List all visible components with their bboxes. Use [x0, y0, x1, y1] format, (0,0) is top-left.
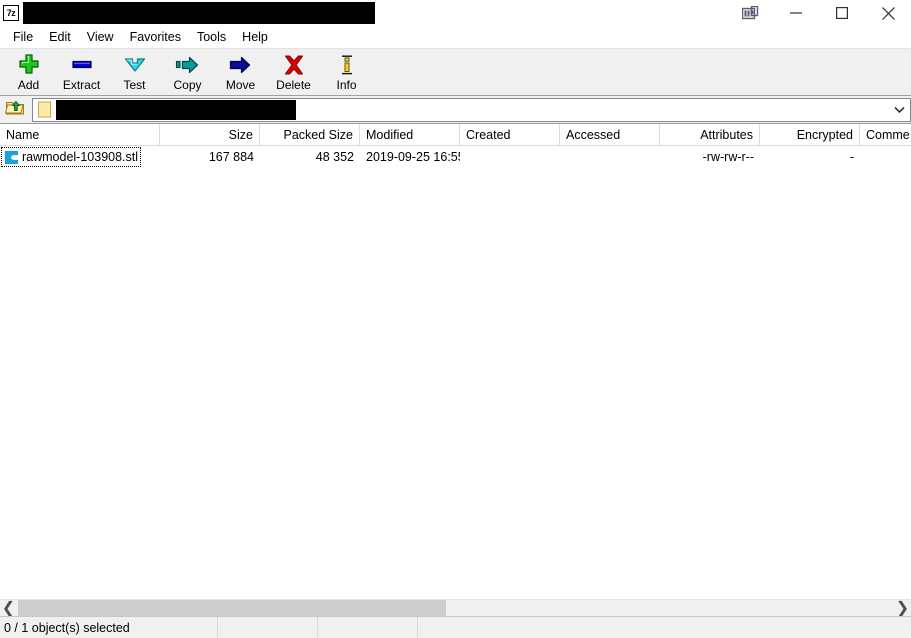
scrollbar-thumb[interactable] — [18, 599, 446, 616]
column-headers: Name Size Packed Size Modified Created A… — [0, 124, 911, 146]
toolbar-info-button[interactable]: Info — [320, 49, 373, 95]
toolbar-copy-label: Copy — [173, 78, 202, 92]
status-selection-text: 0 / 1 object(s) selected — [0, 616, 218, 638]
stl-file-icon — [3, 149, 19, 165]
seven-zip-window: 7z File Edit View Favorites Tools Help A… — [0, 0, 911, 638]
folder-icon — [36, 100, 54, 120]
status-pane-4 — [418, 617, 911, 638]
menu-help[interactable]: Help — [234, 26, 276, 48]
menu-favorites[interactable]: Favorites — [122, 26, 189, 48]
cell-size: 167 884 — [208, 150, 254, 164]
up-folder-icon — [4, 98, 25, 121]
column-header-packed-size[interactable]: Packed Size — [260, 124, 360, 146]
toolbar: Add Extract Test Copy Move Delete Info — [0, 48, 911, 96]
window-controls — [727, 0, 911, 26]
column-header-modified[interactable]: Modified — [360, 124, 460, 146]
path-dropdown-chevron-down-icon[interactable] — [888, 99, 910, 121]
path-value-redacted — [56, 99, 296, 120]
minimize-button[interactable] — [773, 0, 819, 26]
column-header-encrypted[interactable]: Encrypted — [760, 124, 860, 146]
copy-arrow-icon — [172, 53, 204, 77]
close-button[interactable] — [865, 0, 911, 26]
toolbar-add-button[interactable]: Add — [2, 49, 55, 95]
column-header-comment[interactable]: Comme — [860, 124, 911, 146]
maximize-button[interactable] — [819, 0, 865, 26]
menu-tools[interactable]: Tools — [189, 26, 234, 48]
move-arrow-icon — [225, 53, 257, 77]
scroll-left-arrow-icon[interactable]: ❮ — [0, 599, 17, 616]
cell-name-text: rawmodel-103908.stl — [22, 150, 139, 164]
app-icon-label: 7z — [6, 7, 16, 18]
column-header-name[interactable]: Name — [0, 124, 160, 146]
toolbar-copy-button[interactable]: Copy — [161, 49, 214, 95]
cell-accessed — [560, 146, 660, 168]
toolbar-test-button[interactable]: Test — [108, 49, 161, 95]
chevron-down-icon — [119, 53, 151, 77]
toolbar-extract-label: Extract — [62, 78, 101, 92]
red-x-icon — [278, 53, 310, 77]
up-one-level-button[interactable] — [2, 96, 28, 123]
cell-created — [460, 146, 560, 168]
cell-modified: 2019-09-25 16:55 — [366, 150, 460, 164]
status-pane-3 — [318, 616, 418, 638]
column-header-created[interactable]: Created — [460, 124, 560, 146]
scroll-right-arrow-icon[interactable]: ❯ — [894, 599, 911, 616]
cell-comment — [860, 146, 911, 168]
toolbar-test-label: Test — [123, 78, 146, 92]
status-pane-2 — [218, 616, 318, 638]
toolbar-move-label: Move — [225, 78, 256, 92]
info-icon — [331, 53, 363, 77]
toolbar-delete-button[interactable]: Delete — [267, 49, 320, 95]
cell-attributes: -rw-rw-r-- — [702, 150, 754, 164]
status-bar: 0 / 1 object(s) selected — [0, 616, 911, 638]
table-row[interactable]: rawmodel-103908.stl 167 884 48 352 2019-… — [0, 146, 911, 168]
toolbar-delete-label: Delete — [276, 78, 311, 92]
minus-bar-icon — [66, 53, 98, 77]
toolbar-add-label: Add — [17, 78, 40, 92]
file-list-area: Name Size Packed Size Modified Created A… — [0, 124, 911, 616]
title-bar: 7z — [0, 0, 911, 26]
path-combobox[interactable] — [32, 97, 911, 122]
menu-edit[interactable]: Edit — [41, 26, 79, 48]
column-header-accessed[interactable]: Accessed — [560, 124, 660, 146]
cell-name[interactable]: rawmodel-103908.stl — [0, 146, 160, 168]
column-header-attributes[interactable]: Attributes — [660, 124, 760, 146]
menu-file[interactable]: File — [5, 26, 41, 48]
app-icon-7zip: 7z — [3, 5, 19, 21]
horizontal-scrollbar[interactable]: ❮ ❯ — [0, 599, 911, 616]
window-title-redacted — [23, 2, 375, 24]
menu-view[interactable]: View — [79, 26, 122, 48]
file-rows: rawmodel-103908.stl 167 884 48 352 2019-… — [0, 146, 911, 599]
cell-encrypted: - — [849, 150, 854, 164]
address-bar — [0, 96, 911, 124]
toolbar-info-label: Info — [336, 78, 357, 92]
restore-down-icon[interactable] — [727, 0, 773, 26]
toolbar-extract-button[interactable]: Extract — [55, 49, 108, 95]
scrollbar-track[interactable] — [17, 599, 894, 616]
column-header-size[interactable]: Size — [160, 124, 260, 146]
plus-icon — [13, 53, 45, 77]
menu-bar: File Edit View Favorites Tools Help — [0, 26, 911, 48]
name-focus-rect: rawmodel-103908.stl — [0, 147, 142, 167]
toolbar-move-button[interactable]: Move — [214, 49, 267, 95]
cell-packed-size: 48 352 — [315, 150, 354, 164]
